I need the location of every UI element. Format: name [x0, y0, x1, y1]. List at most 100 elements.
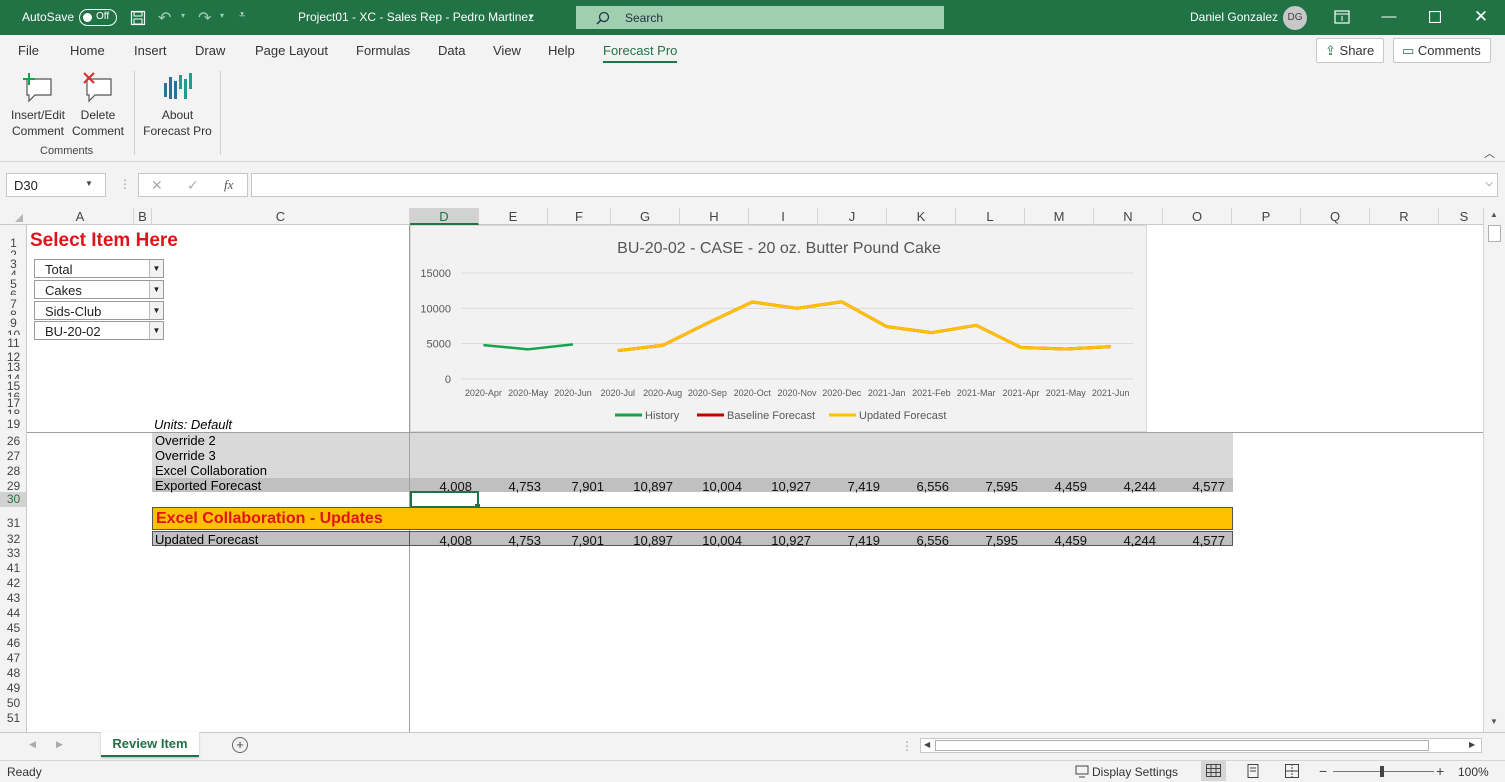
column-header-q[interactable]: Q — [1301, 208, 1370, 225]
row-header[interactable]: 41 — [0, 562, 26, 574]
undo-dropdown-icon[interactable]: ▾ — [181, 11, 185, 20]
row-header[interactable]: 42 — [0, 577, 26, 589]
document-title[interactable]: Project01 - XC - Sales Rep - Pedro Marti… — [298, 10, 534, 24]
tab-scroll-right-icon[interactable]: ▶ — [56, 739, 63, 750]
row-header[interactable]: 45 — [0, 622, 26, 634]
row-header[interactable]: 2 — [0, 249, 26, 255]
updated-value-cell[interactable]: 4,008 — [410, 533, 472, 548]
redo-dropdown-icon[interactable]: ▾ — [220, 11, 224, 20]
column-header-f[interactable]: F — [548, 208, 611, 225]
display-settings-button[interactable]: Display Settings — [1092, 765, 1178, 779]
column-header-i[interactable]: I — [749, 208, 818, 225]
row-header[interactable]: 50 — [0, 697, 26, 709]
tab-scroll-left-icon[interactable]: ◀ — [29, 739, 36, 750]
menu-forecast-pro[interactable]: Forecast Pro — [603, 43, 678, 63]
row-header[interactable]: 1 — [0, 237, 26, 249]
menu-home[interactable]: Home — [70, 43, 105, 58]
cancel-entry-icon[interactable]: ✕ — [151, 177, 163, 194]
zoom-in-icon[interactable]: + — [1436, 763, 1444, 779]
scroll-right-icon[interactable]: ▶ — [1469, 740, 1475, 749]
row-header[interactable]: 18 — [0, 408, 26, 414]
updated-value-cell[interactable]: 6,556 — [887, 533, 949, 548]
menu-draw[interactable]: Draw — [195, 43, 225, 58]
row-header[interactable]: 33 — [0, 547, 26, 559]
scroll-left-icon[interactable]: ◀ — [924, 740, 930, 749]
customize-toolbar-icon[interactable]: ⩡ — [239, 9, 245, 22]
updated-value-cell[interactable]: 4,459 — [1025, 533, 1087, 548]
formula-bar-splitter-icon[interactable]: ⋮ — [119, 177, 131, 191]
column-header-r[interactable]: R — [1370, 208, 1439, 225]
close-icon[interactable]: ✕ — [1470, 5, 1492, 29]
column-header-o[interactable]: O — [1163, 208, 1232, 225]
name-box-chevron-down-icon[interactable]: ▼ — [85, 179, 93, 188]
tab-splitter-icon[interactable]: ⋮ — [901, 739, 913, 753]
column-header-l[interactable]: L — [956, 208, 1025, 225]
column-header-h[interactable]: H — [680, 208, 749, 225]
exported-value-cell[interactable]: 4,459 — [1025, 479, 1087, 494]
tab-review-item[interactable]: Review Item — [101, 732, 199, 757]
scroll-up-icon[interactable]: ▲ — [1490, 210, 1498, 219]
row-header[interactable]: 10 — [0, 329, 26, 335]
row-header[interactable]: 49 — [0, 682, 26, 694]
chevron-down-icon[interactable]: ▼ — [149, 302, 163, 319]
updated-value-cell[interactable]: 4,244 — [1094, 533, 1156, 548]
row-header[interactable]: 32 — [0, 533, 26, 545]
vertical-scrollbar[interactable]: ▲ ▼ — [1483, 208, 1505, 732]
row-header[interactable]: 29 — [0, 480, 26, 492]
row-header[interactable]: 19 — [0, 418, 26, 430]
column-header-m[interactable]: M — [1025, 208, 1094, 225]
column-header-d[interactable]: D — [410, 208, 479, 225]
formula-input[interactable]: ⌵ — [251, 173, 1498, 197]
autosave-toggle[interactable]: Off — [79, 9, 117, 26]
insert-function-icon[interactable]: fx — [224, 177, 233, 193]
normal-view-button[interactable] — [1201, 761, 1226, 781]
menu-data[interactable]: Data — [438, 43, 465, 58]
exported-value-cell[interactable]: 10,927 — [749, 479, 811, 494]
exported-value-cell[interactable]: 4,753 — [479, 479, 541, 494]
updated-value-cell[interactable]: 4,753 — [479, 533, 541, 548]
column-header-e[interactable]: E — [479, 208, 548, 225]
row-header[interactable]: 48 — [0, 667, 26, 679]
menu-insert[interactable]: Insert — [134, 43, 167, 58]
column-header-n[interactable]: N — [1094, 208, 1163, 225]
insert-edit-comment-button[interactable]: Insert/Edit Comment — [6, 71, 70, 139]
updated-value-cell[interactable]: 7,901 — [542, 533, 604, 548]
worksheet[interactable]: Select Item Here Total ▼ Cakes ▼ Sids-Club… — [27, 225, 1483, 732]
updated-value-cell[interactable]: 10,897 — [611, 533, 673, 548]
selected-cell[interactable] — [410, 491, 479, 508]
column-header-c[interactable]: C — [152, 208, 410, 225]
delete-comment-button[interactable]: Delete Comment — [68, 71, 128, 139]
updated-value-cell[interactable]: 7,595 — [956, 533, 1018, 548]
scrollbar-thumb[interactable] — [1488, 225, 1501, 242]
menu-view[interactable]: View — [493, 43, 521, 58]
exported-value-cell[interactable]: 4,244 — [1094, 479, 1156, 494]
row-header[interactable]: 9 — [0, 317, 26, 329]
row-header[interactable]: 51 — [0, 712, 26, 724]
share-button[interactable]: ⇪ Share — [1316, 38, 1384, 63]
ribbon-display-options-icon[interactable] — [1334, 10, 1350, 24]
row-header[interactable]: 44 — [0, 607, 26, 619]
undo-icon[interactable]: ↶ — [158, 8, 171, 28]
select-all-icon[interactable] — [14, 213, 24, 223]
exported-value-cell[interactable]: 10,004 — [680, 479, 742, 494]
total-dropdown[interactable]: Total ▼ — [34, 259, 164, 278]
category-dropdown[interactable]: Cakes ▼ — [34, 280, 164, 299]
row-header[interactable]: 8 — [0, 309, 26, 315]
chevron-down-icon[interactable]: ▼ — [149, 322, 163, 339]
hscroll-thumb[interactable] — [935, 740, 1429, 751]
exported-value-cell[interactable]: 7,901 — [542, 479, 604, 494]
avatar[interactable]: DG — [1283, 6, 1307, 30]
column-header-j[interactable]: J — [818, 208, 887, 225]
column-header-k[interactable]: K — [887, 208, 956, 225]
updated-value-cell[interactable]: 4,577 — [1163, 533, 1225, 548]
scroll-down-icon[interactable]: ▼ — [1490, 717, 1498, 726]
column-header-a[interactable]: A — [27, 208, 134, 225]
exported-value-cell[interactable]: 7,419 — [818, 479, 880, 494]
menu-page-layout[interactable]: Page Layout — [255, 43, 328, 58]
save-icon[interactable] — [130, 10, 146, 26]
column-header-b[interactable]: B — [134, 208, 152, 225]
search-box[interactable]: Search — [576, 6, 944, 29]
minimize-icon[interactable]: — — [1378, 5, 1400, 29]
exported-value-cell[interactable]: 10,897 — [611, 479, 673, 494]
zoom-slider-thumb[interactable] — [1380, 766, 1384, 777]
